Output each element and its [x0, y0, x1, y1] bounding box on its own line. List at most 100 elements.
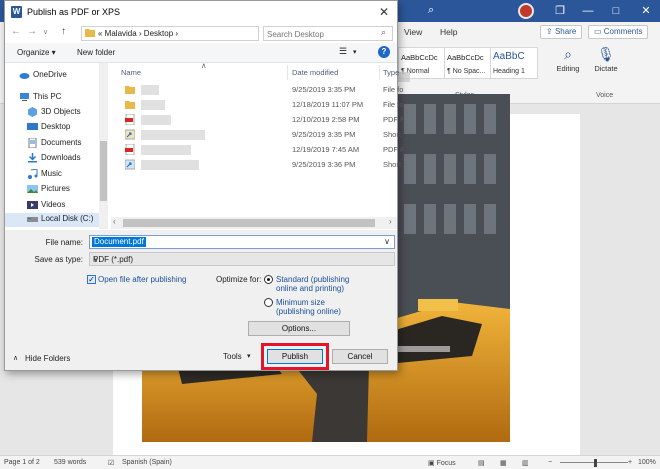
zoom-out-icon[interactable]: −: [548, 459, 552, 466]
chevron-down-icon[interactable]: ▾: [353, 48, 357, 56]
recent-locations-icon[interactable]: ∨: [43, 28, 48, 36]
search-input[interactable]: [267, 28, 377, 40]
close-icon[interactable]: ✕: [375, 4, 393, 20]
folder-icon: [85, 29, 95, 37]
share-button[interactable]: ⇪ Share: [540, 25, 583, 39]
word-count[interactable]: 539 words: [54, 459, 86, 466]
read-mode-icon[interactable]: ▤: [478, 459, 485, 467]
chevron-up-icon[interactable]: ∧: [13, 354, 18, 363]
avatar[interactable]: [518, 3, 534, 19]
forward-icon[interactable]: →: [27, 26, 37, 37]
close-icon[interactable]: ✕: [626, 0, 660, 22]
file-name-value: Document.pdf: [92, 237, 146, 247]
nav-scrollbar[interactable]: [99, 63, 108, 229]
zoom-level[interactable]: 100%: [638, 459, 656, 466]
blurred-file-name: [141, 160, 199, 170]
cloud-icon: [19, 73, 30, 79]
dialog-title: Publish as PDF or XPS: [27, 7, 121, 17]
horizontal-scrollbar-thumb[interactable]: [123, 219, 375, 227]
search-icon[interactable]: ⌕: [381, 27, 386, 38]
microphone-icon: 🎙: [597, 46, 615, 62]
file-row[interactable]: 12/19/2019 7:45 AM PDF F: [119, 143, 405, 157]
new-folder-button[interactable]: New folder: [77, 48, 115, 57]
minimum-size-label-line-2[interactable]: (publishing online): [276, 307, 341, 316]
minimum-size-radio[interactable]: [264, 298, 273, 307]
print-layout-icon[interactable]: ▦: [500, 459, 507, 467]
column-name[interactable]: Name: [121, 68, 141, 77]
zoom-slider-thumb[interactable]: [594, 459, 597, 467]
focus-button[interactable]: ▣ Focus: [428, 459, 456, 467]
sort-indicator-icon: ∧: [201, 61, 207, 70]
blurred-file-name: [141, 115, 171, 125]
view-options-icon[interactable]: ☰: [339, 46, 347, 57]
back-icon[interactable]: ←: [11, 26, 21, 37]
language[interactable]: Spanish (Spain): [122, 459, 172, 466]
file-name-field[interactable]: Document.pdf ∨: [89, 235, 395, 249]
documents-icon: [28, 138, 37, 148]
minimum-size-label[interactable]: Minimum size: [276, 298, 325, 307]
tools-button[interactable]: Tools: [223, 352, 242, 361]
publish-dialog: W Publish as PDF or XPS ✕ ← → ∨ ↑ « Mala…: [4, 0, 405, 371]
shortcut-icon: [125, 159, 135, 170]
cancel-button[interactable]: Cancel: [332, 349, 388, 364]
dialog-title-bar: W Publish as PDF or XPS ✕: [5, 1, 397, 23]
blurred-file-name: [141, 100, 165, 110]
drive-icon: [27, 217, 38, 222]
chevron-right-icon[interactable]: ›: [389, 217, 392, 226]
editing-button[interactable]: ⌕ Editing: [550, 44, 586, 73]
style-heading-1[interactable]: AaBbC Heading 1: [490, 47, 538, 79]
blurred-file-name: [141, 85, 159, 95]
horizontal-scrollbar[interactable]: ‹ ›: [111, 217, 397, 229]
open-after-publishing-label[interactable]: Open file after publishing: [98, 275, 187, 284]
file-row[interactable]: 12/10/2019 2:58 PM PDF F: [119, 113, 405, 127]
videos-icon: [27, 201, 38, 209]
file-row[interactable]: 12/18/2019 11:07 PM File fo: [119, 98, 403, 112]
web-layout-icon[interactable]: ▥: [522, 459, 529, 467]
help-icon[interactable]: ?: [378, 46, 390, 58]
file-row[interactable]: 9/25/2019 3:36 PM Short: [119, 158, 401, 172]
up-icon[interactable]: ↑: [61, 26, 66, 37]
word-app-icon: W: [11, 6, 22, 18]
publish-button[interactable]: Publish: [267, 349, 323, 364]
tab-view[interactable]: View: [404, 27, 422, 37]
save-as-type-label: Save as type:: [34, 255, 83, 264]
breadcrumb[interactable]: « Malavida › Desktop ›: [98, 29, 178, 38]
column-date-modified[interactable]: Date modified: [292, 68, 338, 77]
nav-scrollbar-thumb[interactable]: [100, 141, 107, 201]
style-no-spacing[interactable]: AaBbCcDc ¶ No Spac...: [444, 47, 492, 79]
pdf-icon: [125, 144, 135, 155]
standard-radio[interactable]: [264, 275, 273, 284]
chevron-down-icon[interactable]: ∨: [384, 237, 390, 246]
tab-help[interactable]: Help: [440, 27, 457, 37]
search-icon[interactable]: ⌕: [428, 4, 434, 17]
pictures-icon: [27, 185, 38, 193]
comments-button[interactable]: ▭ Comments: [588, 25, 649, 39]
address-bar[interactable]: « Malavida › Desktop › ∨ ↻: [81, 26, 336, 41]
dictate-button[interactable]: 🎙 Dictate: [588, 44, 624, 73]
focus-icon: ▣: [428, 460, 437, 467]
file-fields: File name: Document.pdf ∨ Save as type: …: [5, 230, 397, 270]
standard-label[interactable]: Standard (publishing: [276, 275, 349, 284]
zoom-in-icon[interactable]: +: [628, 459, 632, 466]
hide-folders-button[interactable]: Hide Folders: [25, 354, 70, 363]
file-row[interactable]: 9/25/2019 3:35 PM File fo: [119, 83, 403, 97]
column-divider[interactable]: [287, 65, 288, 80]
blurred-file-name: [141, 145, 191, 155]
music-icon: [28, 169, 38, 179]
options-button[interactable]: Options...: [248, 321, 350, 336]
search-box[interactable]: ⌕: [263, 26, 393, 41]
proofing-icon[interactable]: ☑: [108, 459, 114, 467]
nav-item-local-disk[interactable]: Local Disk (C:): [5, 213, 99, 227]
chevron-left-icon[interactable]: ‹: [113, 217, 116, 226]
organize-button[interactable]: Organize ▾: [17, 48, 56, 57]
column-type[interactable]: Type: [383, 68, 399, 77]
search-icon: ⌕: [564, 46, 572, 62]
column-divider[interactable]: [379, 65, 380, 80]
command-bar: Organize ▾ New folder ☰ ▾ ?: [5, 43, 397, 63]
page-count[interactable]: Page 1 of 2: [4, 459, 40, 466]
file-row[interactable]: 9/25/2019 3:35 PM Short: [119, 128, 401, 142]
save-as-type-select[interactable]: PDF (*.pdf) ∨: [89, 252, 395, 266]
chevron-down-icon[interactable]: ▾: [247, 352, 251, 361]
standard-label-line-2[interactable]: online and printing): [276, 284, 344, 293]
open-after-publishing-checkbox[interactable]: ✓: [87, 275, 96, 284]
